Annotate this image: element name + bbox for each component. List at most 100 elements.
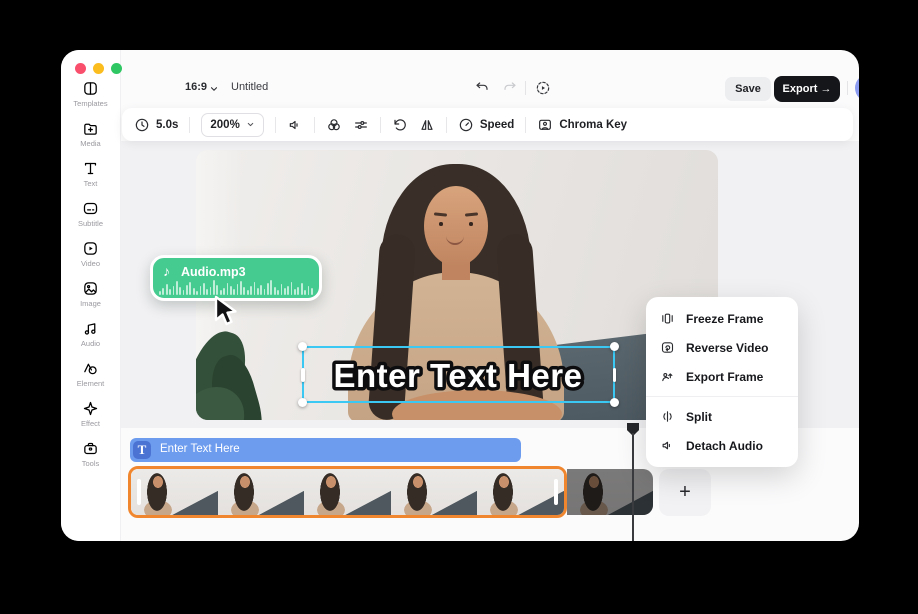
sidebar-label: Tools	[82, 459, 100, 468]
divider	[380, 117, 381, 133]
trim-handle-left[interactable]	[137, 479, 141, 505]
split-icon	[660, 409, 675, 424]
menu-item-label: Freeze Frame	[686, 312, 763, 326]
menu-divider	[646, 396, 798, 397]
resize-handle-bottom-right[interactable]	[610, 398, 619, 407]
menu-item-label: Split	[686, 410, 712, 424]
volume-icon[interactable]	[287, 117, 303, 133]
clock-icon	[134, 117, 150, 133]
zoom-level-value: 200%	[210, 119, 239, 131]
photo-shape	[424, 186, 488, 266]
clip-toolbar: 5.0s 200% Speed Chroma Key	[122, 108, 853, 141]
timeline-text-clip[interactable]: T Enter Text Here	[130, 438, 521, 462]
menu-item-export-frame[interactable]: Export Frame	[646, 362, 798, 391]
save-button[interactable]: Save	[725, 77, 771, 101]
timeline-video-clip[interactable]	[128, 466, 567, 518]
text-overlay: Enter Text Here	[304, 348, 613, 401]
sidebar-item-tools[interactable]: Tools	[61, 440, 120, 468]
duration-control[interactable]: 5.0s	[134, 117, 178, 133]
video-thumbnail	[218, 469, 305, 515]
menu-item-freeze-frame[interactable]: Freeze Frame	[646, 304, 798, 333]
sidebar-item-audio[interactable]: Audio	[61, 320, 120, 348]
video-thumbnails	[131, 469, 564, 515]
divider	[525, 81, 526, 95]
effect-star-icon	[82, 400, 99, 417]
chroma-key-label: Chroma Key	[559, 119, 627, 131]
sidebar: Templates Media Text Subtitle Video Imag…	[61, 50, 121, 541]
timeline-video-clip-remainder[interactable]	[567, 469, 653, 515]
sidebar-item-image[interactable]: Image	[61, 280, 120, 308]
maximize-window-button[interactable]	[111, 63, 122, 74]
detach-audio-icon	[660, 438, 675, 453]
sidebar-item-text[interactable]: Text	[61, 160, 120, 188]
aspect-ratio-selector[interactable]: 16:9	[185, 81, 207, 93]
add-media-button[interactable]: +	[659, 469, 711, 516]
video-thumbnail	[131, 469, 218, 515]
chevron-down-icon	[246, 120, 255, 129]
mouse-cursor	[213, 295, 241, 327]
video-thumbnail	[304, 469, 391, 515]
adjust-sliders-icon[interactable]	[353, 117, 369, 133]
resize-handle-right[interactable]	[613, 368, 617, 382]
close-window-button[interactable]	[75, 63, 86, 74]
sidebar-item-templates[interactable]: Templates	[61, 80, 120, 108]
text-overlay-selection[interactable]: Enter Text Here	[302, 346, 615, 403]
chroma-key-icon	[537, 117, 553, 133]
desktop-background: Templates Media Text Subtitle Video Imag…	[0, 0, 918, 614]
resize-handle-bottom-left[interactable]	[298, 398, 307, 407]
menu-item-reverse-video[interactable]: Reverse Video	[646, 333, 798, 362]
user-avatar[interactable]	[855, 74, 859, 102]
divider	[189, 117, 190, 133]
zoom-level-select[interactable]: 200%	[201, 113, 263, 137]
resize-handle-top-left[interactable]	[298, 342, 307, 351]
minimize-window-button[interactable]	[93, 63, 104, 74]
music-note-icon: ♪	[163, 263, 170, 279]
sidebar-item-subtitle[interactable]: Subtitle	[61, 200, 120, 228]
image-icon	[82, 280, 99, 297]
resize-handle-left[interactable]	[301, 368, 305, 382]
window-controls	[75, 63, 122, 74]
audio-clip-name: Audio.mp3	[181, 265, 246, 279]
rotate-icon[interactable]	[392, 117, 408, 133]
color-blend-icon[interactable]	[326, 117, 342, 133]
playhead-line	[632, 433, 634, 541]
media-folder-icon	[82, 120, 99, 137]
divider	[446, 117, 447, 133]
menu-item-split[interactable]: Split	[646, 402, 798, 431]
redo-icon[interactable]	[502, 80, 518, 96]
sidebar-label: Image	[80, 299, 101, 308]
export-button[interactable]: Export →	[774, 76, 840, 102]
sidebar-label: Video	[81, 259, 100, 268]
trim-handle-right[interactable]	[554, 479, 558, 505]
sidebar-label: Media	[80, 139, 100, 148]
sidebar-item-effect[interactable]: Effect	[61, 400, 120, 428]
video-icon	[82, 240, 99, 257]
preview-play-icon[interactable]	[535, 80, 551, 96]
subtitle-icon	[82, 200, 99, 217]
resize-handle-top-right[interactable]	[610, 342, 619, 351]
video-thumbnail	[391, 469, 478, 515]
flip-horizontal-icon[interactable]	[419, 117, 435, 133]
project-title[interactable]: Untitled	[231, 81, 268, 93]
speed-label: Speed	[480, 119, 515, 131]
sidebar-item-video[interactable]: Video	[61, 240, 120, 268]
sidebar-label: Effect	[81, 419, 100, 428]
text-clip-label: Enter Text Here	[160, 443, 240, 455]
templates-icon	[82, 80, 99, 97]
chevron-down-icon[interactable]	[209, 84, 219, 94]
app-window: Templates Media Text Subtitle Video Imag…	[61, 50, 859, 541]
photo-shape	[469, 222, 473, 226]
element-shapes-icon	[82, 360, 99, 377]
clip-context-menu: Freeze Frame Reverse Video Export Frame …	[646, 297, 798, 467]
header-bar: 16:9 Untitled Save Export →	[121, 50, 859, 108]
sidebar-item-element[interactable]: Element	[61, 360, 120, 388]
divider	[847, 81, 848, 95]
undo-icon[interactable]	[474, 80, 490, 96]
speed-control[interactable]: Speed	[458, 117, 515, 133]
video-thumbnail	[477, 469, 564, 515]
divider	[525, 117, 526, 133]
sidebar-label: Element	[77, 379, 105, 388]
menu-item-detach-audio[interactable]: Detach Audio	[646, 431, 798, 460]
sidebar-item-media[interactable]: Media	[61, 120, 120, 148]
chroma-key-control[interactable]: Chroma Key	[537, 117, 627, 133]
